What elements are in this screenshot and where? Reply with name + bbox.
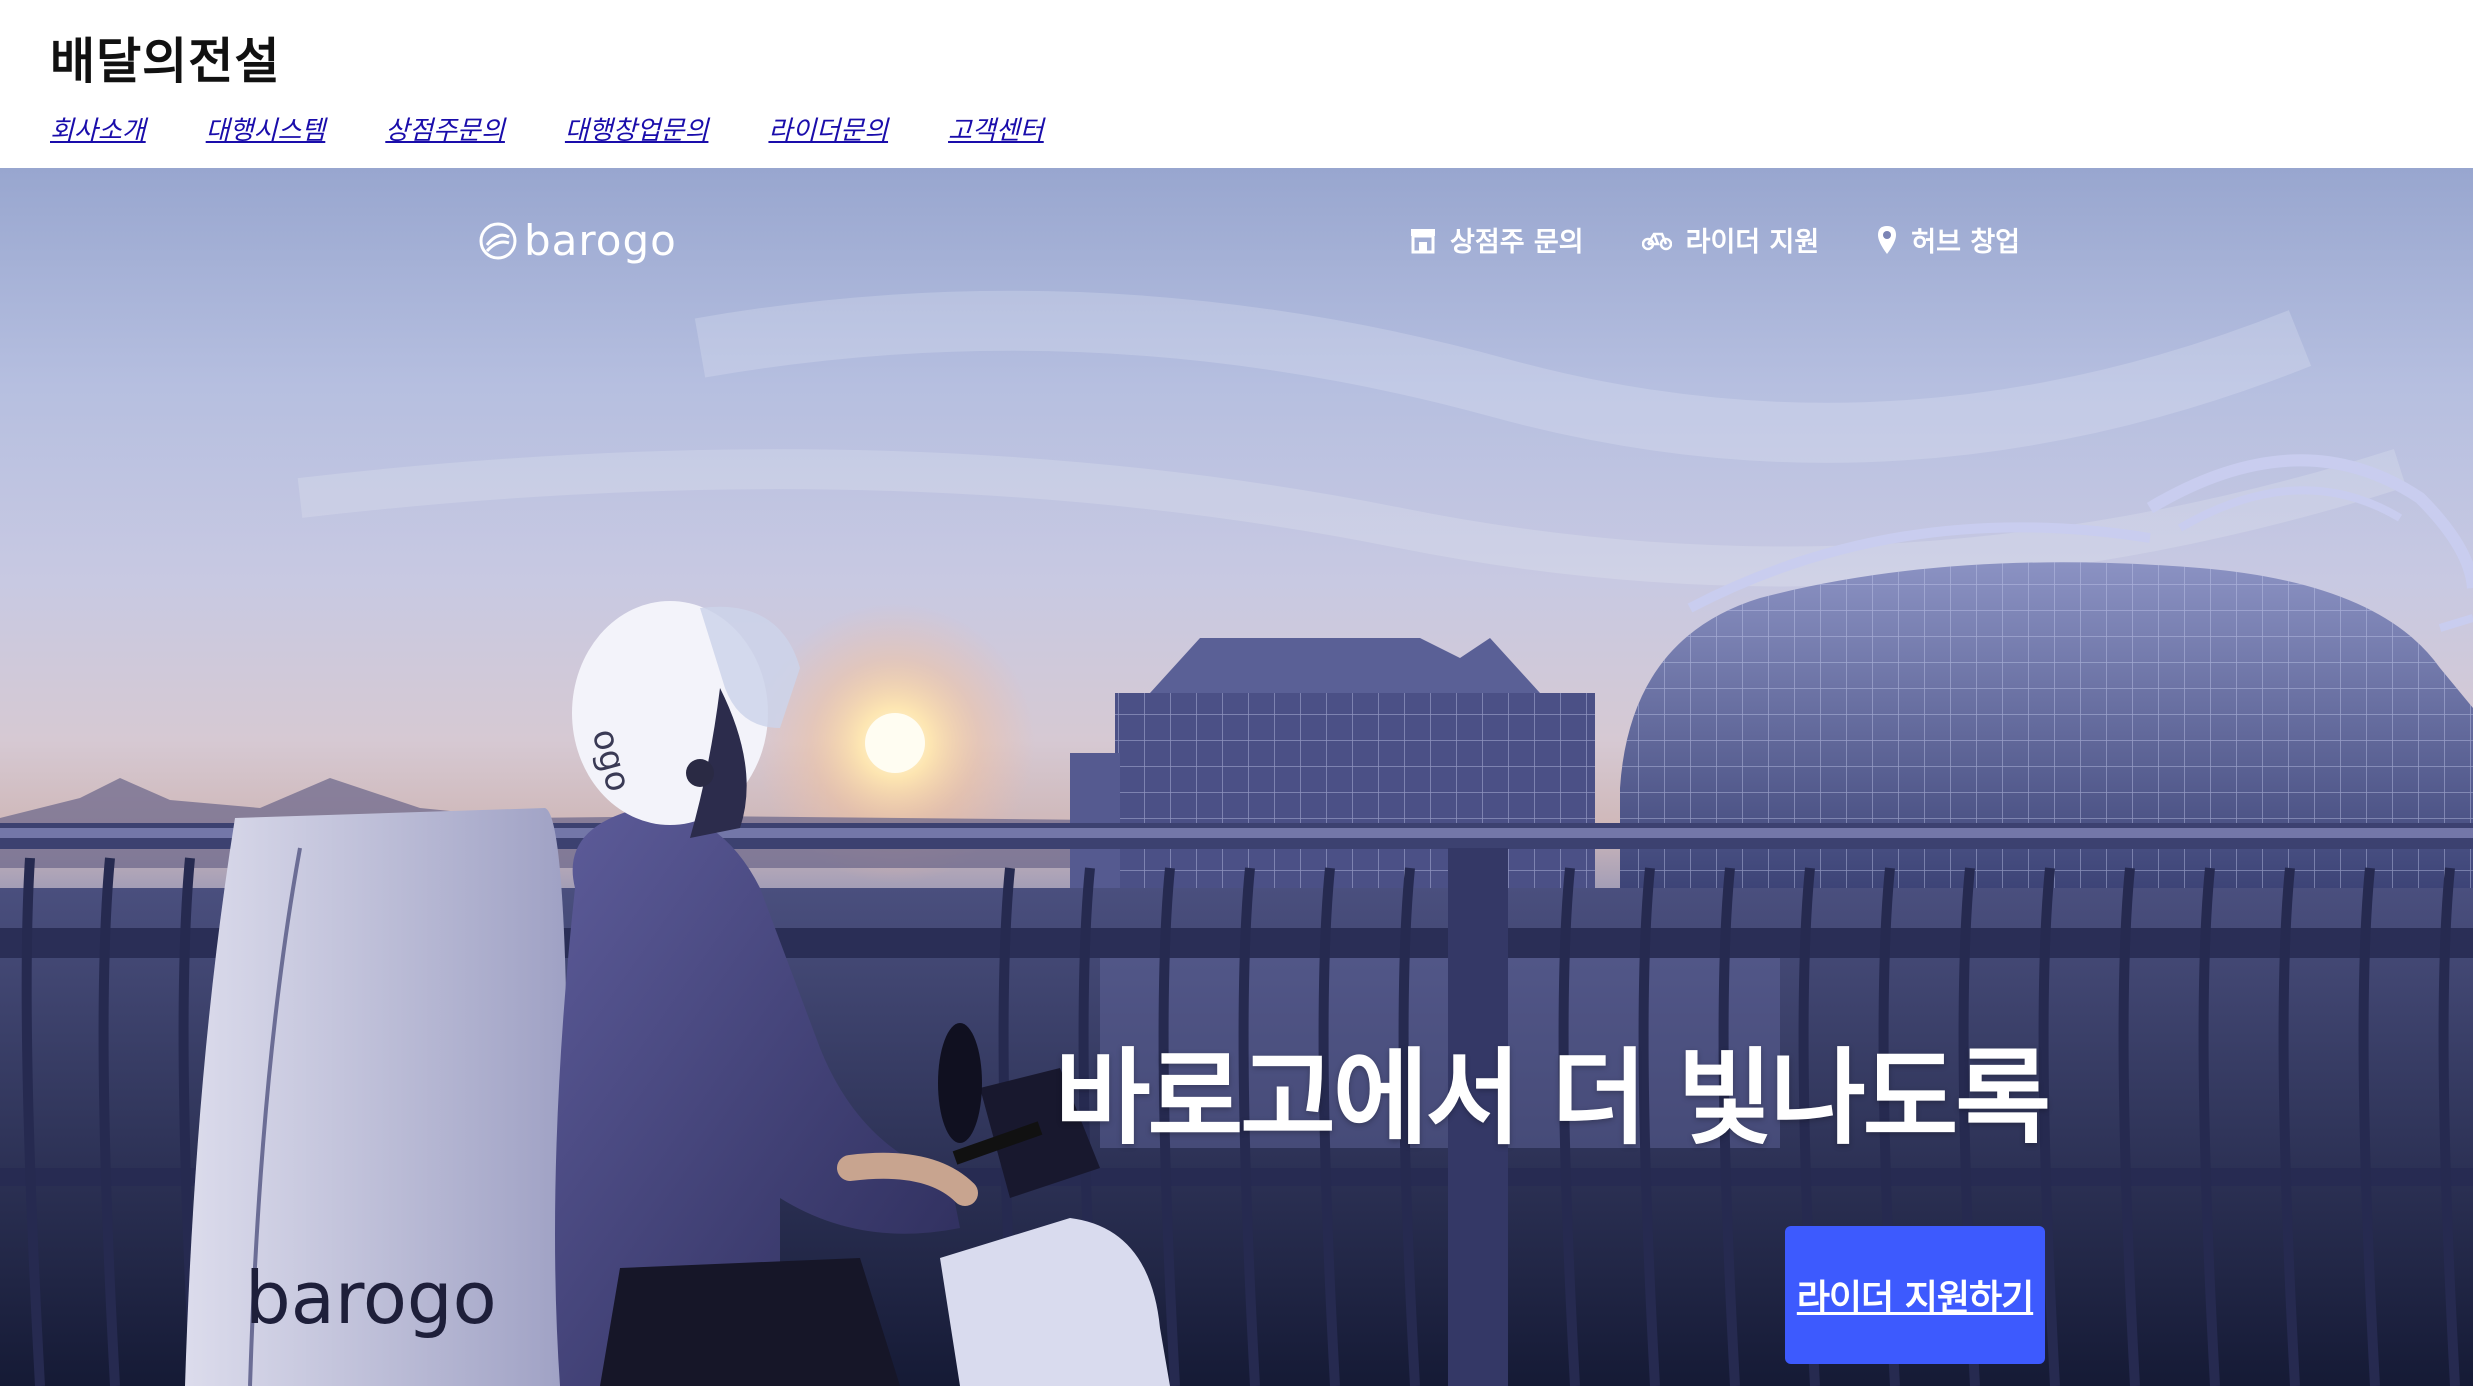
site-header: 배달의전설 회사소개 대행시스템 상점주문의 대행창업문의 라이더문의 고객센터 — [0, 0, 2473, 168]
nav-link-rider-inquiry[interactable]: 라이더문의 — [768, 110, 888, 147]
rider-apply-button[interactable]: 라이더 지원하기 — [1785, 1226, 2045, 1364]
nav-link-franchise-inquiry[interactable]: 대행창업문의 — [565, 110, 709, 147]
barogo-logo-mark-icon — [479, 222, 517, 259]
nav-link-customer-center[interactable]: 고객센터 — [948, 110, 1044, 147]
rider-apply-link[interactable]: 라이더 지원 — [1641, 220, 1820, 259]
nav-link-system[interactable]: 대행시스템 — [206, 110, 326, 147]
left-building — [1070, 638, 1595, 893]
nav-link-store-inquiry[interactable]: 상점주문의 — [385, 110, 505, 147]
box-brand-text: barogo — [245, 1256, 497, 1340]
store-owner-inquiry-link[interactable]: 상점주 문의 — [1410, 220, 1584, 259]
store-icon — [1411, 228, 1436, 253]
hero-background-photo: barogo ogo — [0, 290, 2473, 1386]
bicycle-icon — [1641, 232, 1672, 250]
hub-franchise-link[interactable]: 허브 창업 — [1877, 220, 2020, 259]
hub-franchise-label: 허브 창업 — [1911, 227, 2020, 258]
map-pin-icon — [1878, 225, 1897, 254]
rider-apply-label: 라이더 지원 — [1685, 227, 1820, 258]
store-owner-inquiry-label: 상점주 문의 — [1450, 227, 1584, 258]
barogo-logo[interactable]: barogo — [478, 216, 677, 265]
hero-banner: barogo ogo barogo 상점주 문의 라이더 지원 허브 창업 바로… — [0, 168, 2473, 1386]
site-title: 배달의전설 — [50, 33, 281, 90]
hero-nav: 상점주 문의 라이더 지원 허브 창업 — [1352, 220, 2020, 259]
nav-link-company[interactable]: 회사소개 — [50, 110, 146, 147]
barogo-logo-text: barogo — [524, 216, 677, 265]
delivery-box: barogo — [185, 808, 568, 1386]
hero-headline: 바로고에서 더 빛나도록 — [1054, 1037, 2051, 1159]
site-nav: 회사소개 대행시스템 상점주문의 대행창업문의 라이더문의 고객센터 — [50, 110, 1104, 147]
